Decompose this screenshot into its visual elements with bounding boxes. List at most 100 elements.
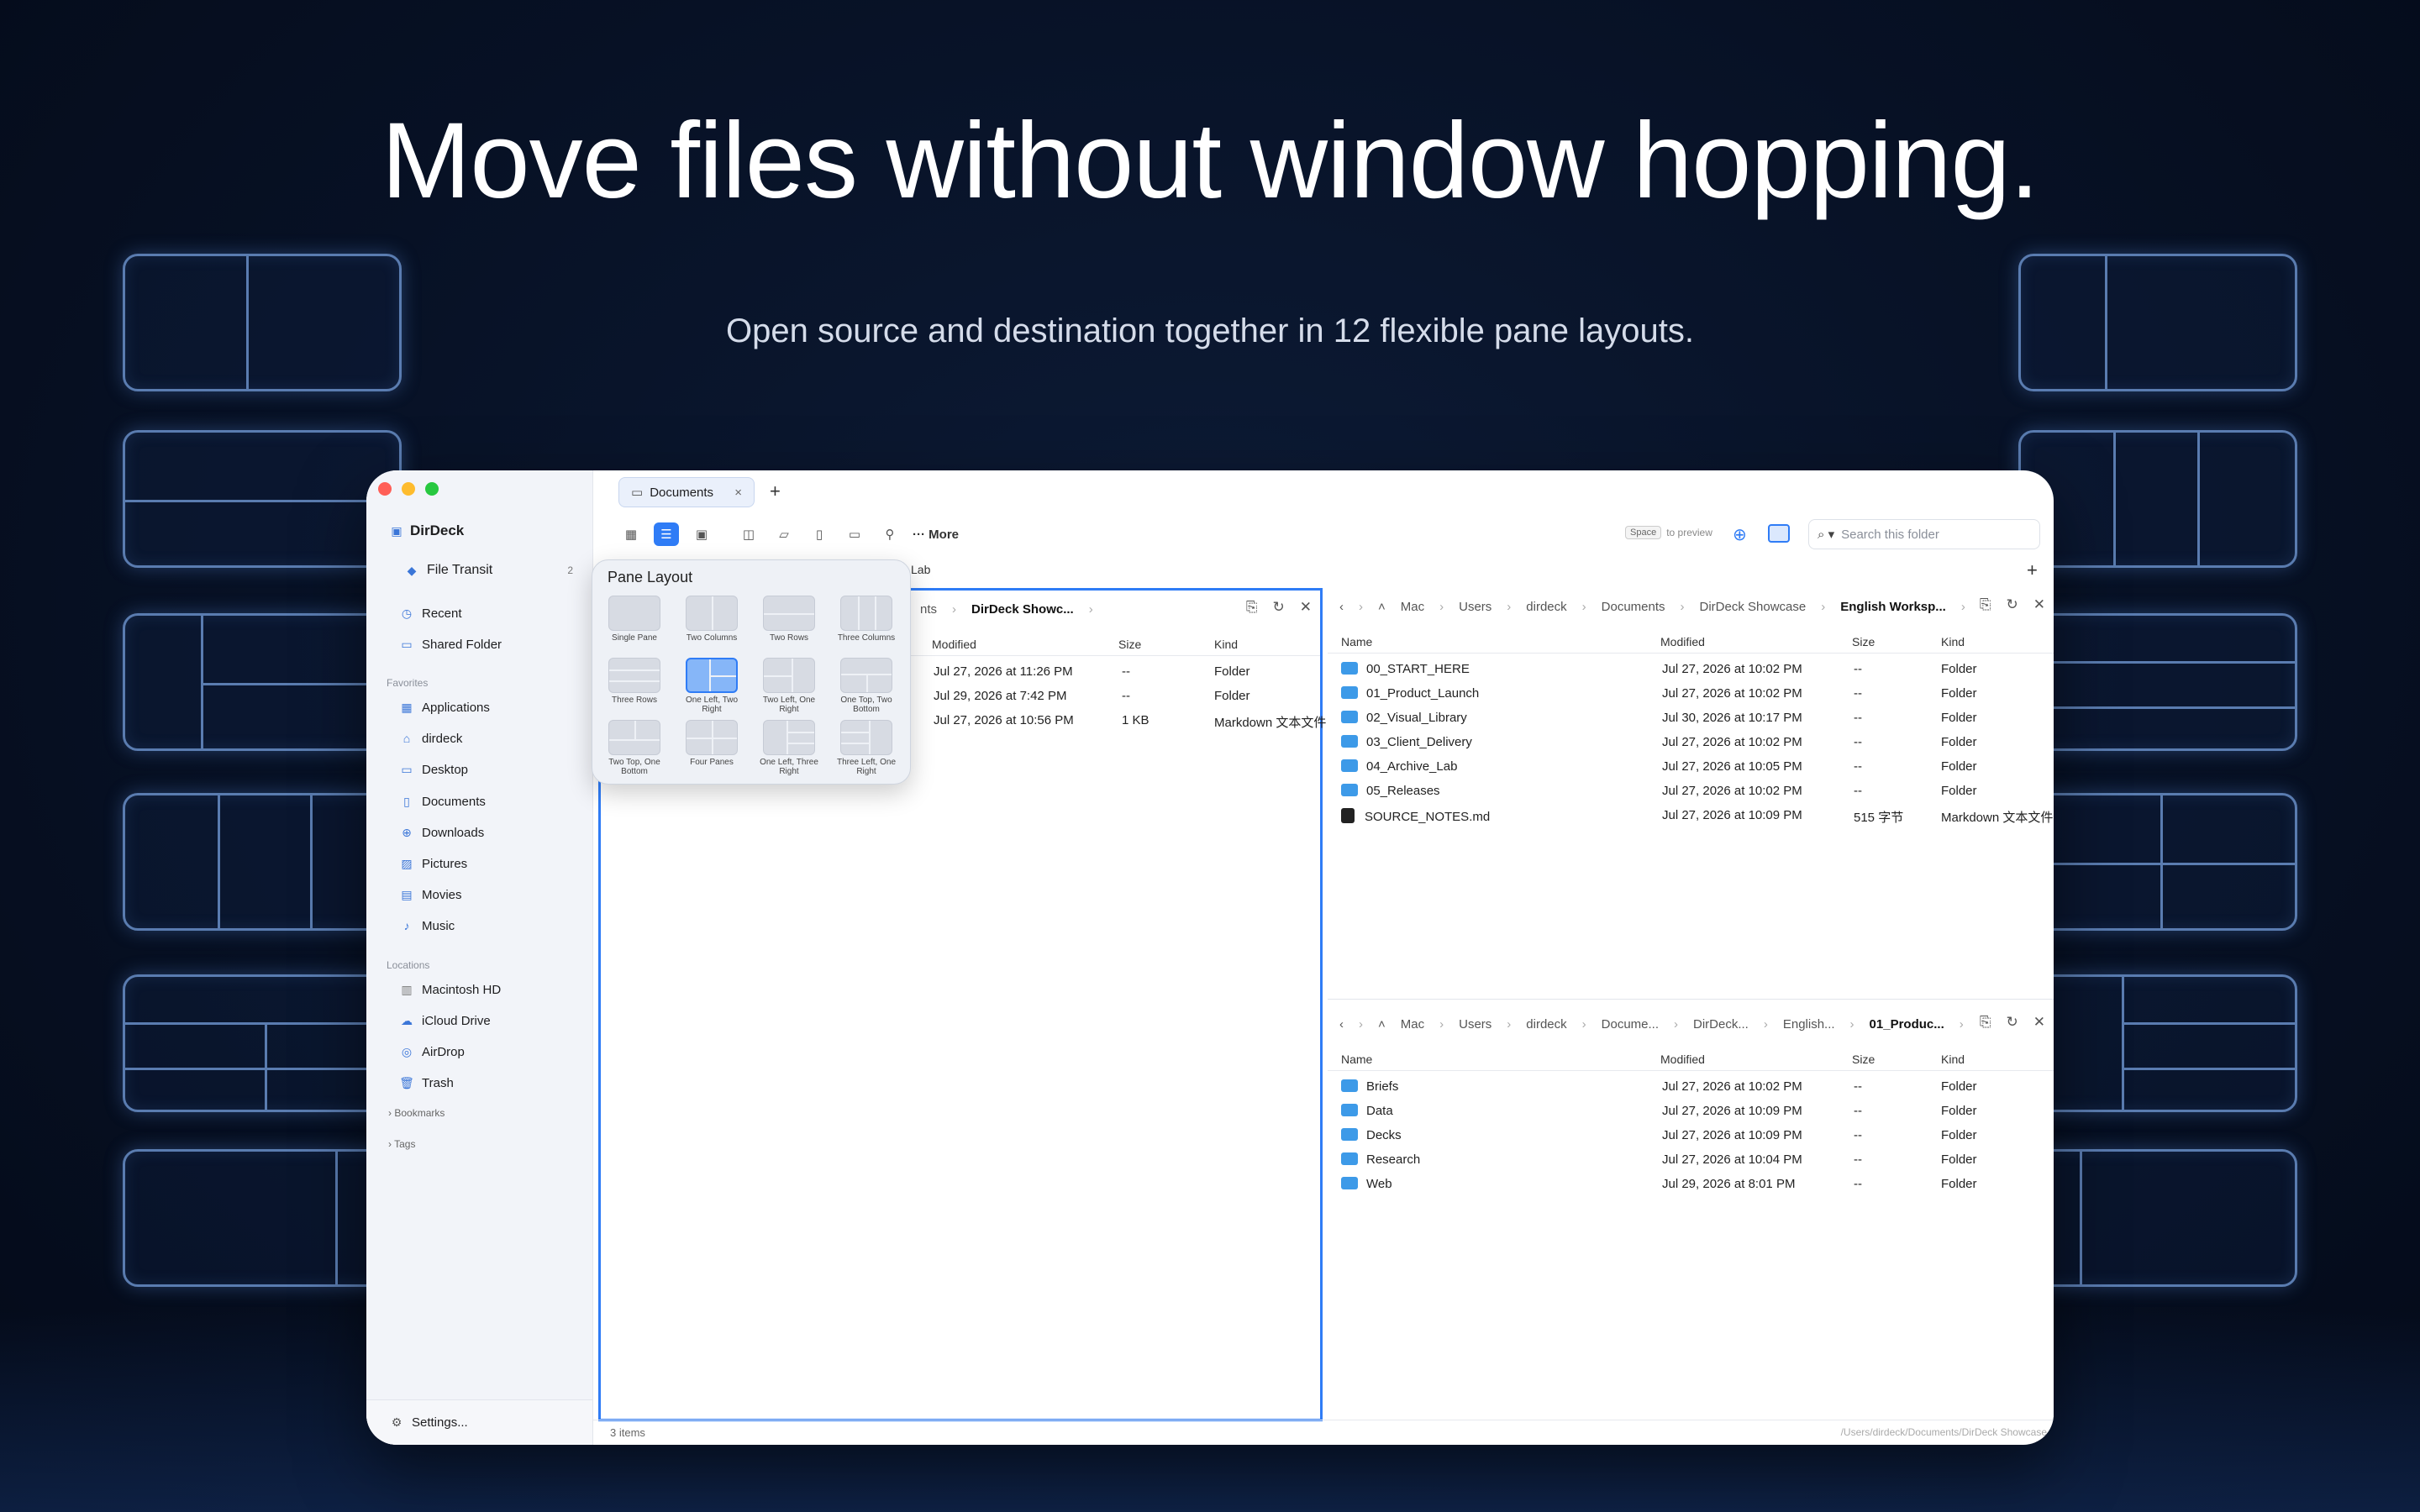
column-name[interactable]: Name [1341, 635, 1372, 648]
breadcrumb-item[interactable]: Documents [1602, 600, 1665, 614]
sidebar-item-movies[interactable]: ▤ Movies [400, 883, 461, 906]
sidebar-item-applications[interactable]: ▦ Applications [400, 696, 490, 719]
up-icon[interactable]: ˄ [1378, 1017, 1386, 1032]
sidebar-item-documents[interactable]: ▯ Documents [400, 790, 486, 813]
column-size[interactable]: Size [1118, 638, 1141, 651]
forward-icon[interactable]: › [1359, 1017, 1363, 1032]
add-pane-button[interactable]: + [2027, 559, 2038, 581]
layout-option-single-pane[interactable]: Single Pane [599, 596, 670, 643]
layout-option-four-panes[interactable]: Four Panes [676, 720, 747, 767]
rename-button[interactable]: ▭ [842, 522, 867, 546]
layout-option-two-columns[interactable]: Two Columns [676, 596, 747, 643]
search-field[interactable]: ⌕ ▾ Search this folder [1808, 519, 2040, 549]
tags-heading[interactable]: › Tags [388, 1138, 415, 1150]
layout-option-three-columns[interactable]: Three Columns [831, 596, 902, 643]
column-name[interactable]: Name [1341, 1053, 1372, 1066]
close-pane-icon[interactable]: ✕ [2033, 596, 2045, 613]
refresh-icon[interactable]: ↻ [1273, 599, 1285, 616]
refresh-icon[interactable]: ↻ [2007, 596, 2018, 613]
layout-option-two-top-one-bottom[interactable]: Two Top, One Bottom [599, 720, 670, 776]
close-pane-icon[interactable]: ✕ [1300, 599, 1312, 616]
sidebar-item-desktop[interactable]: ▭ Desktop [400, 758, 468, 781]
network-button[interactable]: ⊕ [1733, 524, 1747, 545]
sidebar-item-icloud-drive[interactable]: ☁ iCloud Drive [400, 1009, 491, 1032]
settings-button[interactable]: ⚙ Settings... [366, 1399, 592, 1445]
table-row[interactable]: 04_Archive_Lab Jul 27, 2026 at 10:05 PM --… [1328, 756, 2054, 780]
table-row[interactable]: SOURCE_NOTES.md Jul 27, 2026 at 10:09 PM 5… [1328, 805, 2054, 829]
new-folder-button[interactable]: ▱ [771, 522, 797, 546]
table-row[interactable]: Web Jul 29, 2026 at 8:01 PM -- Folder [1328, 1173, 2054, 1198]
sidebar-item-pictures[interactable]: ▨ Pictures [400, 852, 467, 875]
sidebar-item-downloads[interactable]: ⊕ Downloads [400, 821, 484, 844]
column-kind[interactable]: Kind [1214, 638, 1238, 651]
layout-option-one-left-two-right[interactable]: One Left, Two Right [676, 658, 747, 714]
sidebar-item-trash[interactable]: 🗑 Trash [399, 1071, 454, 1095]
layout-option-two-rows[interactable]: Two Rows [754, 596, 824, 643]
bookmarks-heading[interactable]: › Bookmarks [388, 1107, 445, 1119]
breadcrumb-item[interactable]: Mac [1401, 600, 1424, 614]
sidebar-toggle-button[interactable] [1768, 524, 1790, 543]
breadcrumb-item[interactable]: nts [920, 602, 937, 617]
sidebar-item-macintosh-hd[interactable]: ▥ Macintosh HD [400, 978, 501, 1001]
column-modified[interactable]: Modified [1660, 1053, 1705, 1066]
list-view-button[interactable]: ☰ [654, 522, 679, 546]
breadcrumb-item[interactable]: dirdeck [1526, 1017, 1566, 1032]
right-top-pane[interactable]: ‹ › ˄ Mac › Users › dirdeck › Documents › Di… [1328, 588, 2054, 1000]
column-kind[interactable]: Kind [1941, 1053, 1965, 1066]
icon-view-button[interactable]: ▦ [618, 522, 644, 546]
table-row[interactable]: 00_START_HERE Jul 27, 2026 at 10:02 PM -- F… [1328, 659, 2054, 683]
layout-option-one-left-three-right[interactable]: One Left, Three Right [754, 720, 824, 776]
table-row[interactable]: Briefs Jul 27, 2026 at 10:02 PM -- Folder [1328, 1076, 2054, 1100]
close-window-button[interactable] [378, 482, 392, 496]
layout-option-one-top-two-bottom[interactable]: One Top, Two Bottom [831, 658, 902, 714]
back-icon[interactable]: ‹ [1339, 1017, 1344, 1032]
layout-option-three-left-one-right[interactable]: Three Left, One Right [831, 720, 902, 776]
breadcrumb-item[interactable]: English... [1783, 1017, 1835, 1032]
breadcrumb-item[interactable]: Users [1459, 600, 1491, 614]
sidebar-item-file-transit[interactable]: ◆ File Transit 2 [390, 554, 583, 586]
minimize-window-button[interactable] [402, 482, 415, 496]
breadcrumb-current[interactable]: 01_Produc... [1870, 1017, 1944, 1032]
refresh-icon[interactable]: ↻ [2007, 1014, 2018, 1031]
table-row[interactable]: 01_Product_Launch Jul 27, 2026 at 10:02 P… [1328, 683, 2054, 707]
right-bottom-pane[interactable]: ‹ › ˄ Mac › Users › dirdeck › Docume... › Di… [1328, 1005, 2054, 1417]
link-button[interactable]: ⚲ [877, 522, 902, 546]
breadcrumb-current[interactable]: DirDeck Showc... [971, 602, 1074, 617]
sidebar-item-airdrop[interactable]: ◎ AirDrop [400, 1040, 465, 1063]
copy-path-icon[interactable]: ⎘ [1980, 596, 1991, 613]
layout-option-three-rows[interactable]: Three Rows [599, 658, 670, 705]
column-size[interactable]: Size [1852, 1053, 1875, 1066]
breadcrumb-item[interactable]: DirDeck Showcase [1700, 600, 1807, 614]
column-modified[interactable]: Modified [932, 638, 976, 651]
back-icon[interactable]: ‹ [1339, 600, 1344, 614]
copy-path-icon[interactable]: ⎘ [1980, 1014, 1991, 1031]
zoom-window-button[interactable] [425, 482, 439, 496]
breadcrumb-item[interactable]: dirdeck [1526, 600, 1566, 614]
breadcrumb-item[interactable]: DirDeck... [1693, 1017, 1749, 1032]
sidebar-item-music[interactable]: ♪ Music [400, 914, 455, 937]
breadcrumb-item[interactable]: Docume... [1602, 1017, 1659, 1032]
up-icon[interactable]: ˄ [1378, 600, 1386, 614]
layout-option-two-left-one-right[interactable]: Two Left, One Right [754, 658, 824, 714]
pane-layout-button[interactable]: ◫ [736, 522, 761, 546]
column-modified[interactable]: Modified [1660, 635, 1705, 648]
table-row[interactable]: 02_Visual_Library Jul 30, 2026 at 10:17 P… [1328, 707, 2054, 732]
table-row[interactable]: 05_Releases Jul 27, 2026 at 10:02 PM -- Fol… [1328, 780, 2054, 805]
table-row[interactable]: Research Jul 27, 2026 at 10:04 PM -- Folder [1328, 1149, 2054, 1173]
copy-path-icon[interactable]: ⎘ [1246, 599, 1258, 616]
new-file-button[interactable]: ▯ [807, 522, 832, 546]
table-row[interactable]: Data Jul 27, 2026 at 10:09 PM -- Folder [1328, 1100, 2054, 1125]
sidebar-item-dirdeck[interactable]: ⌂ dirdeck [400, 727, 463, 750]
close-tab-icon[interactable]: × [734, 486, 742, 500]
breadcrumb-current[interactable]: English Worksp... [1840, 600, 1946, 614]
breadcrumb-item[interactable]: Mac [1401, 1017, 1424, 1032]
tab-documents[interactable]: ▭ Documents × [618, 477, 755, 507]
forward-icon[interactable]: › [1359, 600, 1363, 614]
column-size[interactable]: Size [1852, 635, 1875, 648]
sidebar-item-recent[interactable]: ◷ Recent [400, 601, 462, 625]
sidebar-item-shared-folder[interactable]: ▭ Shared Folder [400, 633, 502, 656]
table-row[interactable]: 03_Client_Delivery Jul 27, 2026 at 10:02 … [1328, 732, 2054, 756]
more-button[interactable]: ··· More [913, 528, 959, 542]
breadcrumb-item[interactable]: Users [1459, 1017, 1491, 1032]
close-pane-icon[interactable]: ✕ [2033, 1014, 2045, 1031]
